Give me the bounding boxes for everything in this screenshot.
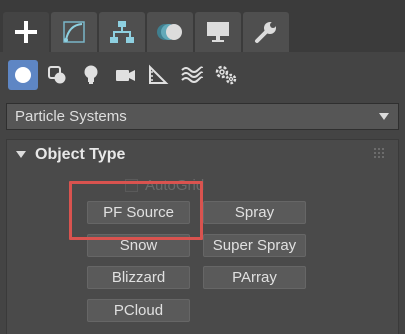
chevron-down-icon [379,113,389,120]
waves-icon [181,66,203,83]
category-systems[interactable] [211,60,241,90]
tab-hierarchy[interactable] [99,12,145,52]
pcloud-button[interactable]: PCloud [87,299,190,322]
tab-display[interactable] [195,12,241,52]
camera-icon [116,70,135,81]
motion-circles-icon [157,24,182,40]
tab-utilities[interactable] [243,12,289,52]
lightbulb-icon [84,65,98,84]
category-helpers[interactable] [143,60,173,90]
rollout-header[interactable]: Object Type [7,140,398,170]
gears-icon [215,65,237,85]
command-panel-tabs [0,0,405,52]
category-geometry[interactable] [8,60,38,90]
hierarchy-icon [110,21,134,43]
grip-icon [374,148,384,158]
spray-button[interactable]: Spray [203,201,306,224]
plus-icon [15,21,37,43]
shapes-icon [48,66,66,84]
monitor-icon [207,22,229,42]
dropdown-value: Particle Systems [15,108,127,125]
category-shapes[interactable] [42,60,72,90]
tab-create[interactable] [3,12,49,52]
tab-motion[interactable] [147,12,193,52]
super-spray-button[interactable]: Super Spray [203,234,306,257]
collapse-arrow-icon [16,151,26,158]
curve-icon [63,21,85,43]
sphere-icon [15,67,31,83]
category-lights[interactable] [76,60,106,90]
category-dropdown[interactable]: Particle Systems [6,103,399,130]
object-category-bar [0,52,405,98]
tab-modify[interactable] [51,12,97,52]
category-cameras[interactable] [110,60,140,90]
parray-button[interactable]: PArray [203,266,306,289]
highlight-annotation [69,181,203,240]
ruler-triangle-icon [149,64,169,84]
category-space-warps[interactable] [177,60,207,90]
rollout-title: Object Type [35,146,126,163]
wrench-icon [255,22,276,43]
blizzard-button[interactable]: Blizzard [87,266,190,289]
